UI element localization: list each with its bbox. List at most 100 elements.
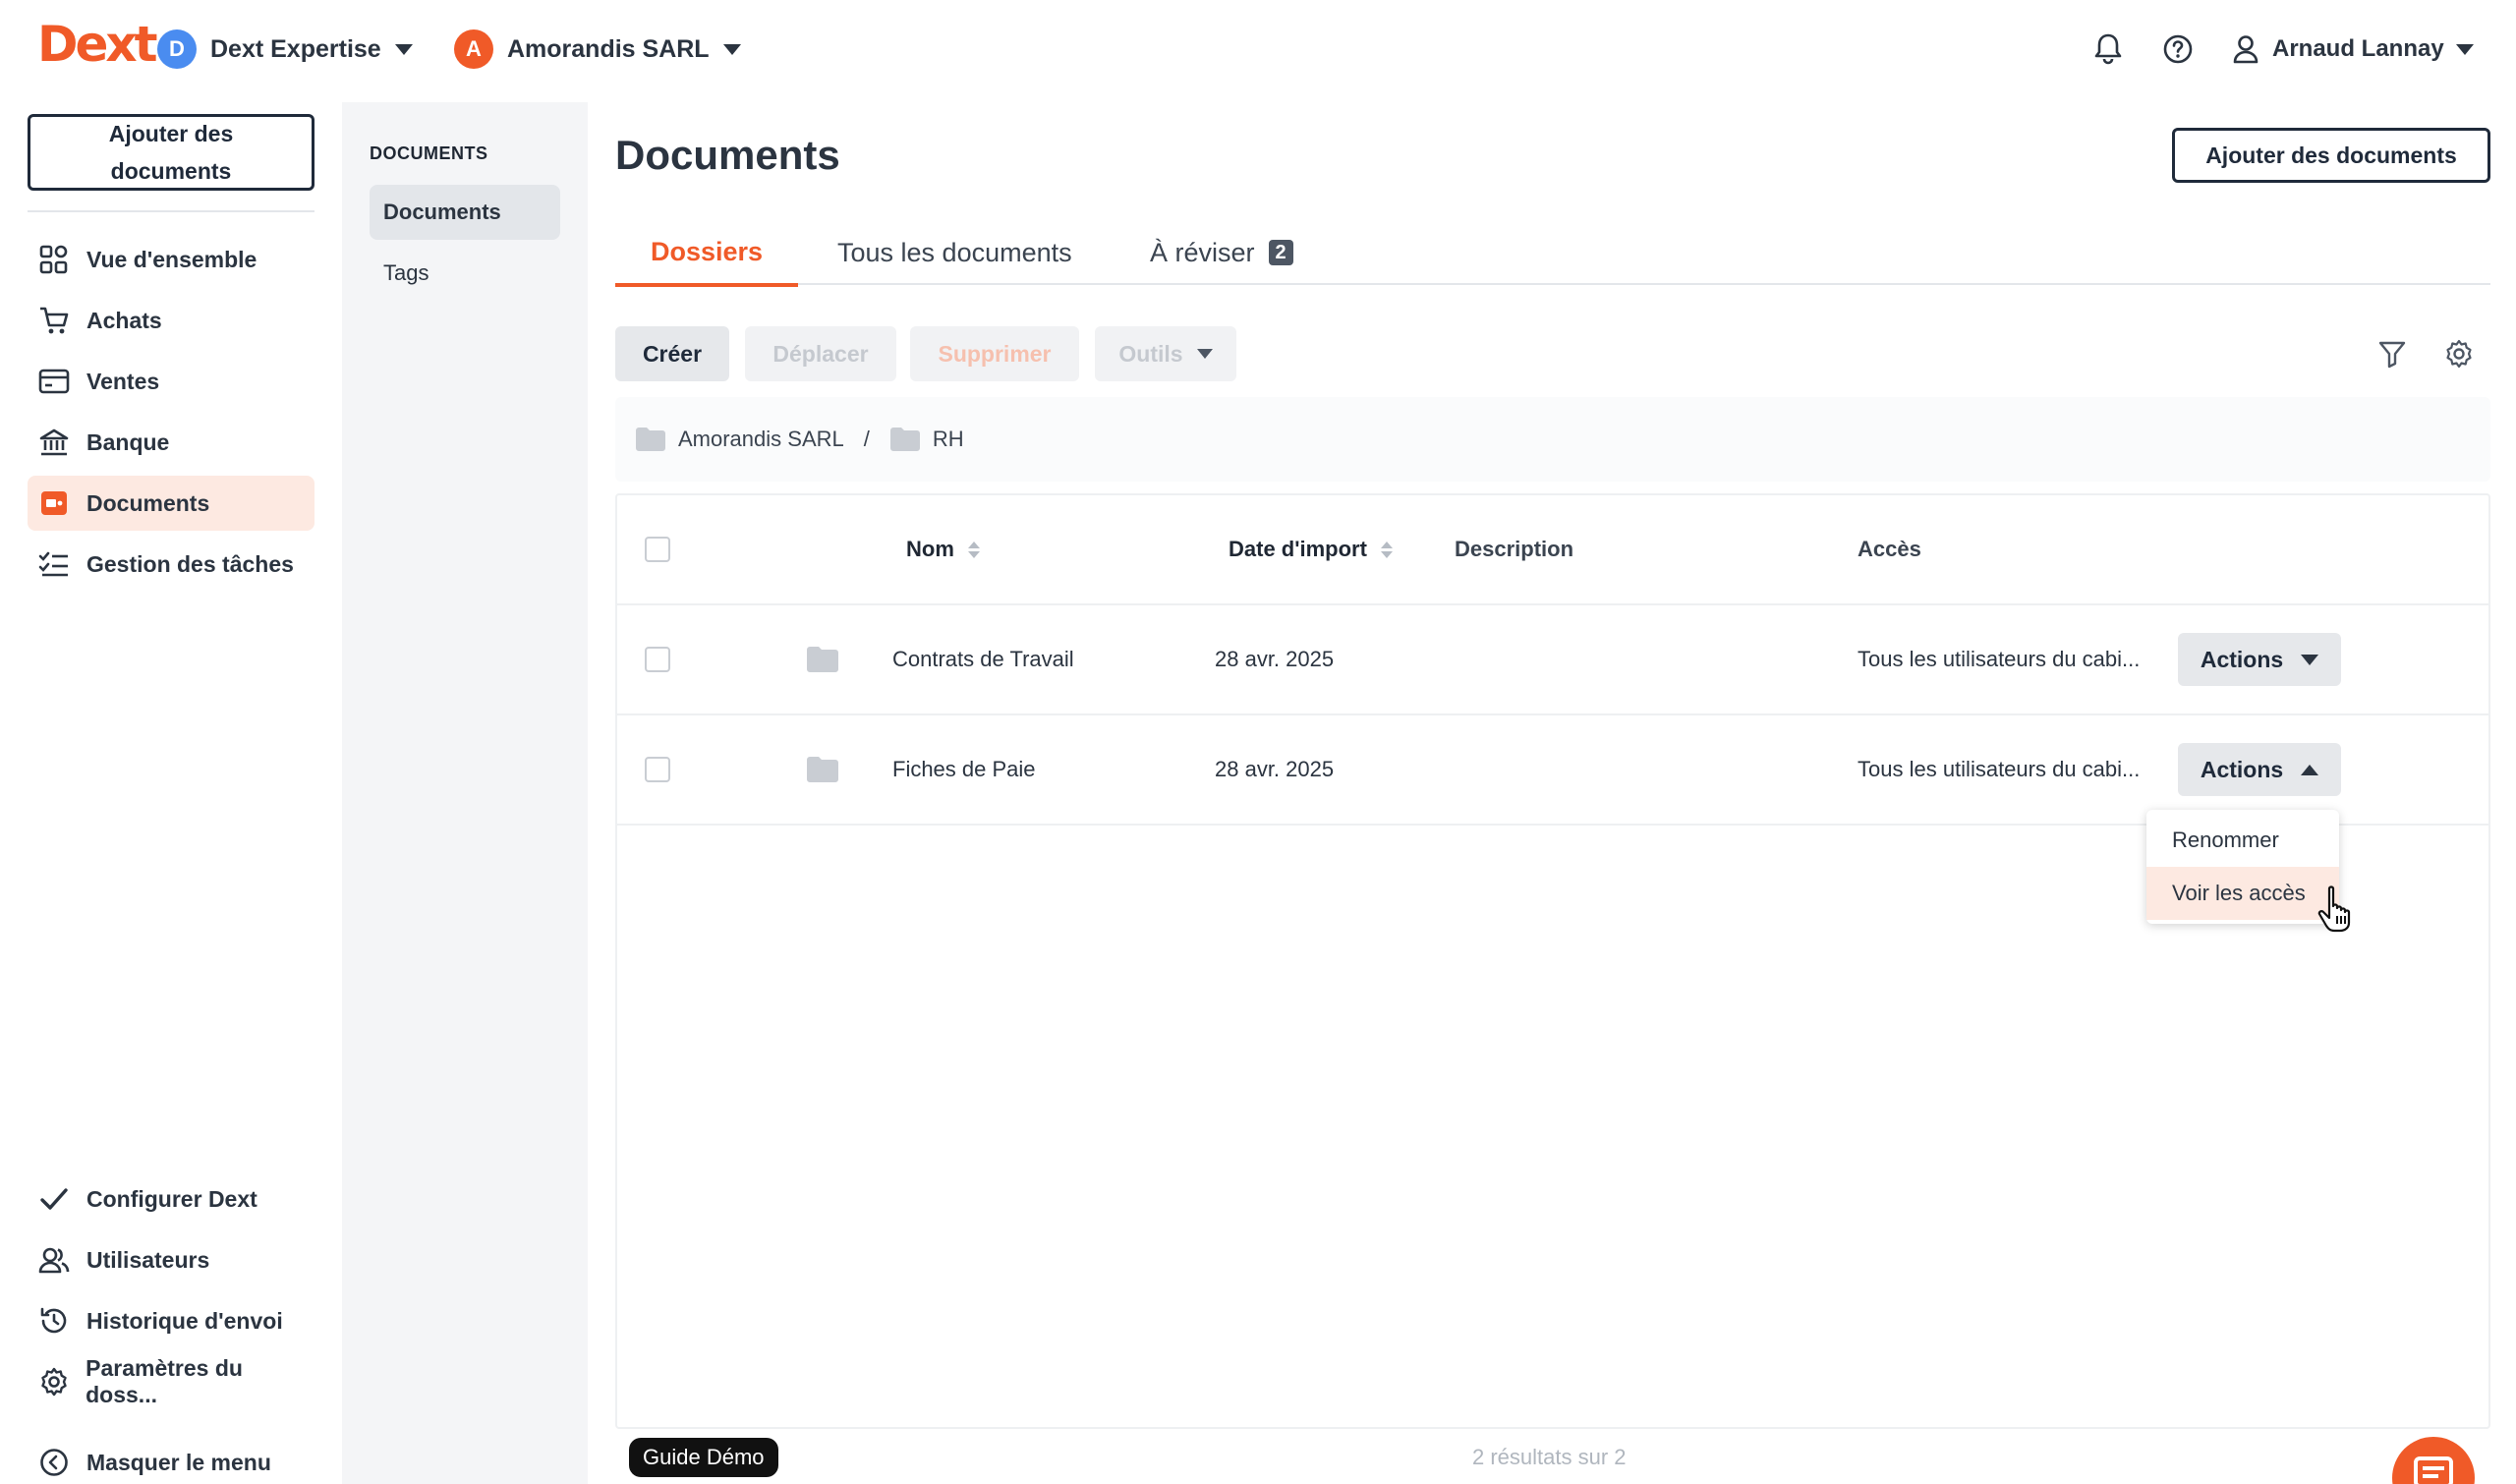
- sidebar-item-label: Utilisateurs: [86, 1246, 210, 1273]
- chevron-down-icon: [2301, 654, 2319, 665]
- help-icon[interactable]: [2160, 31, 2196, 67]
- chat-icon: [2414, 1456, 2453, 1484]
- tab-label: À réviser: [1150, 237, 1255, 267]
- actions-cell: Actions: [2178, 715, 2341, 824]
- sidebar-item-label: Documents: [86, 489, 210, 516]
- main-content: Documents Ajouter des documents Dossiers…: [588, 102, 2516, 1484]
- breadcrumb-item-root[interactable]: Amorandis SARL: [635, 427, 844, 452]
- practice-name: Dext Expertise: [210, 34, 381, 63]
- card-icon: [37, 365, 71, 398]
- access: Tous les utilisateurs du cabi...: [1858, 647, 2141, 671]
- breadcrumb-label: RH: [932, 427, 964, 451]
- actions-label: Actions: [2200, 646, 2284, 672]
- chevron-down-icon: [394, 43, 413, 55]
- filter-icon[interactable]: [2376, 338, 2408, 370]
- sidebar-item-overview[interactable]: Vue d'ensemble: [28, 232, 314, 287]
- menu-item-rename[interactable]: Renommer: [2146, 814, 2339, 867]
- check-icon: [37, 1182, 71, 1216]
- sidebar-item-label: Historique d'envoi: [86, 1307, 283, 1334]
- user-menu[interactable]: Arnaud Lannay: [2231, 29, 2474, 69]
- sidebar-item-users[interactable]: Utilisateurs: [28, 1232, 314, 1287]
- documents-subnav: DOCUMENTS Documents Tags: [342, 102, 588, 1484]
- sidebar-item-purchases[interactable]: Achats: [28, 293, 314, 348]
- divider: [28, 210, 314, 212]
- import-date: 28 avr. 2025: [1215, 757, 1335, 781]
- row-checkbox[interactable]: [645, 757, 670, 782]
- hide-menu-label: Masquer le menu: [86, 1449, 271, 1475]
- sidebar-item-configure[interactable]: Configurer Dext: [28, 1171, 314, 1227]
- breadcrumb-item-current[interactable]: RH: [889, 427, 964, 452]
- create-button[interactable]: Créer: [615, 326, 729, 381]
- breadcrumb-separator: /: [863, 427, 870, 451]
- column-header-access: Accès: [1858, 537, 1921, 561]
- bell-icon[interactable]: [2091, 31, 2125, 67]
- practice-switcher[interactable]: D Dext Expertise: [157, 28, 413, 71]
- menu-item-view-access[interactable]: Voir les accès: [2146, 867, 2339, 920]
- chat-button[interactable]: [2392, 1437, 2475, 1484]
- table-header: Nom Date d'import Description Accès: [617, 495, 2488, 605]
- sidebar-item-tasks[interactable]: Gestion des tâches: [28, 537, 314, 592]
- sidebar-item-label: Configurer Dext: [86, 1185, 257, 1212]
- delete-button[interactable]: Supprimer: [910, 326, 1079, 381]
- overview-icon: [37, 243, 71, 276]
- table-row[interactable]: Contrats de Travail 28 avr. 2025 Tous le…: [617, 605, 2488, 715]
- hide-menu-button[interactable]: Masquer le menu: [28, 1435, 314, 1484]
- move-button[interactable]: Déplacer: [745, 326, 896, 381]
- sidebar-item-label: Ventes: [86, 368, 160, 394]
- sidebar-item-history[interactable]: Historique d'envoi: [28, 1293, 314, 1348]
- column-label: Date d'import: [1229, 537, 1367, 561]
- tasks-icon: [37, 547, 71, 581]
- actions-cell: Actions: [2178, 605, 2341, 713]
- folder-name[interactable]: Fiches de Paie: [892, 715, 1036, 824]
- add-documents-label-line1: Ajouter des: [108, 121, 234, 146]
- documents-icon: [37, 486, 71, 520]
- tab-all-documents[interactable]: Tous les documents: [837, 220, 1072, 285]
- tab-to-review[interactable]: À réviser 2: [1150, 220, 1293, 285]
- column-header-date[interactable]: Date d'import: [1229, 495, 1393, 603]
- page-title: Documents: [615, 132, 840, 178]
- sidebar-item-sales[interactable]: Ventes: [28, 354, 314, 409]
- settings-icon: [37, 1365, 70, 1398]
- tools-dropdown-button[interactable]: Outils: [1095, 326, 1236, 381]
- tab-label: Dossiers: [650, 236, 764, 266]
- select-all-checkbox[interactable]: [645, 537, 670, 562]
- column-header-name[interactable]: Nom: [906, 495, 980, 603]
- add-documents-button[interactable]: Ajouter des documents: [2172, 128, 2490, 183]
- add-documents-sidebar-button[interactable]: Ajouter des documents: [28, 114, 314, 191]
- guide-demo-button[interactable]: Guide Démo: [629, 1438, 778, 1477]
- sidebar-item-bank[interactable]: Banque: [28, 415, 314, 470]
- chevron-up-icon: [2301, 764, 2319, 775]
- actions-button[interactable]: Actions: [2178, 633, 2341, 686]
- sidebar-item-settings[interactable]: Paramètres du doss...: [28, 1354, 314, 1409]
- sort-icon: [1380, 541, 1393, 558]
- chevron-down-icon: [1196, 349, 1213, 359]
- sidebar-item-label: Banque: [86, 428, 170, 455]
- subnav-title: DOCUMENTS: [370, 143, 488, 163]
- sidebar-item-documents[interactable]: Documents: [28, 476, 314, 531]
- actions-button-open[interactable]: Actions: [2178, 743, 2341, 796]
- subnav-item-documents[interactable]: Documents: [370, 185, 560, 240]
- review-count-badge: 2: [1268, 240, 1293, 265]
- results-count: 2 résultats sur 2: [1472, 1445, 1627, 1469]
- client-switcher[interactable]: A Amorandis SARL: [454, 28, 741, 71]
- top-bar: Dext D Dext Expertise A Amorandis SARL A…: [0, 0, 2516, 102]
- tab-folders[interactable]: Dossiers: [615, 220, 798, 287]
- sidebar-item-label: Gestion des tâches: [86, 550, 294, 577]
- dext-logo[interactable]: Dext: [37, 16, 158, 73]
- add-documents-label-line2: documents: [110, 158, 232, 184]
- column-label: Nom: [906, 537, 954, 561]
- user-icon: [2233, 35, 2259, 64]
- folder-icon: [636, 428, 665, 451]
- row-select-cell: [645, 715, 670, 824]
- hand-pointer-cursor-icon: [2316, 885, 2361, 934]
- practice-avatar: D: [157, 29, 197, 69]
- subnav-item-tags[interactable]: Tags: [370, 246, 560, 301]
- tools-label: Outils: [1118, 340, 1183, 367]
- folder-icon: [889, 428, 920, 451]
- gear-icon[interactable]: [2443, 338, 2475, 370]
- sidebar-item-label: Achats: [86, 307, 162, 333]
- sidebar-item-label: Paramètres du doss...: [86, 1355, 243, 1407]
- actions-label: Actions: [2200, 756, 2284, 782]
- row-checkbox[interactable]: [645, 647, 670, 672]
- folder-name[interactable]: Contrats de Travail: [892, 605, 1074, 713]
